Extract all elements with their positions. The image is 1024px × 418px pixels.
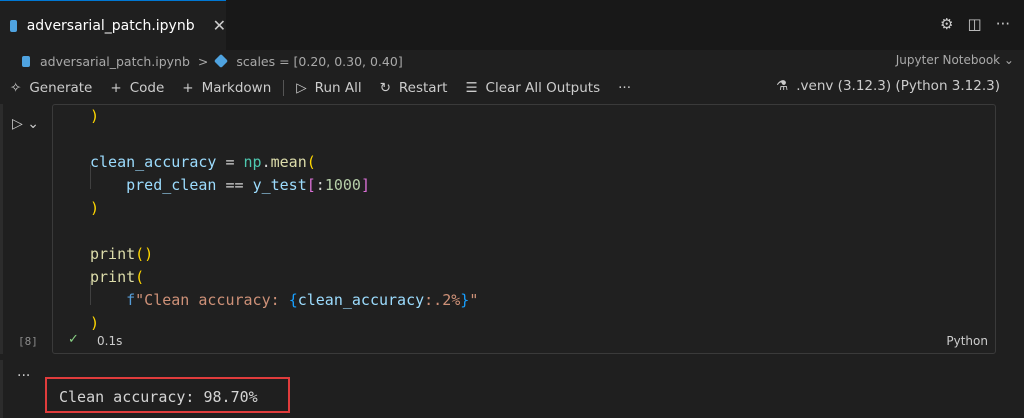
code-token: ( (306, 153, 316, 171)
code-token: np (243, 153, 262, 171)
execution-count: [8] (18, 335, 38, 348)
kernel-flask-icon: ⚗ (776, 78, 789, 94)
restart-button[interactable]: ↻ Restart (380, 80, 448, 96)
code-line-7: print() (90, 245, 153, 263)
code-line-8: print( (90, 268, 144, 286)
tab-adversarial-patch[interactable]: adversarial_patch.ipynb ✕ (0, 0, 226, 50)
output-more-icon[interactable]: ... (17, 364, 30, 380)
code-label: Code (129, 80, 165, 96)
code-editor[interactable]: ) clean_accuracy = np.mean( pred_clean =… (90, 105, 478, 335)
more-actions-icon[interactable]: ··· (996, 15, 1010, 33)
code-cell[interactable]: ) clean_accuracy = np.mean( pred_clean =… (52, 104, 996, 354)
output-focus-bar (0, 360, 3, 418)
code-token: == (216, 176, 253, 194)
code-token: y_test (252, 176, 307, 194)
notebook-file-icon (10, 19, 17, 32)
sparkle-icon: ✧ (10, 80, 22, 96)
close-tab-icon[interactable]: ✕ (213, 16, 226, 35)
execution-duration: 0.1s (97, 334, 123, 348)
output-highlight-box: Clean accuracy: 98.70% (45, 377, 290, 413)
code-token: mean (270, 153, 307, 171)
code-token: . (261, 153, 271, 171)
code-line-4: pred_clean == y_test[:1000] (90, 176, 370, 194)
breadcrumb: adversarial_patch.ipynb > scales = [0.20… (0, 50, 1024, 72)
add-code-button[interactable]: + Code (110, 80, 164, 96)
settings-gear-icon[interactable]: ⚙ (940, 15, 953, 33)
code-token: f (126, 291, 136, 309)
run-all-icon: ▷ (296, 80, 307, 96)
editor-actions: ⚙ ◫ ··· (940, 15, 1010, 33)
code-line-9: f"Clean accuracy: {clean_accuracy:.2%}" (90, 291, 478, 309)
cell-language[interactable]: Python (946, 334, 988, 348)
code-token: ) (90, 199, 100, 217)
code-token: () (135, 245, 154, 263)
notebook-file-icon (22, 55, 30, 67)
code-token: : (315, 176, 325, 194)
restart-label: Restart (398, 80, 448, 96)
notebook-type-selector[interactable]: Jupyter Notebook ⌄ (896, 53, 1014, 67)
code-token: clean_accuracy (90, 153, 217, 171)
add-markdown-button[interactable]: + Markdown (182, 80, 271, 96)
code-token: " (469, 291, 479, 309)
tab-bar: adversarial_patch.ipynb ✕ ⚙ ◫ ··· (0, 0, 1024, 50)
toolbar-more-button[interactable]: ··· (618, 80, 631, 96)
plus-icon: + (110, 80, 122, 96)
code-line-5: ) (90, 199, 99, 217)
cell-output-text: Clean accuracy: 98.70% (59, 388, 258, 406)
kernel-picker[interactable]: ⚗ .venv (3.12.3) (Python 3.12.3) (776, 78, 1000, 94)
clear-outputs-icon: ☰ (465, 80, 478, 96)
clear-all-outputs-button[interactable]: ☰ Clear All Outputs (465, 80, 600, 96)
code-token: clean_accuracy (297, 291, 425, 309)
code-token: pred_clean (126, 176, 217, 194)
run-all-label: Run All (314, 80, 362, 96)
plus-icon: + (182, 80, 194, 96)
success-check-icon: ✓ (68, 332, 79, 347)
code-token: ) (90, 107, 100, 125)
code-token: print (90, 268, 136, 286)
code-line-3: clean_accuracy = np.mean( (90, 153, 316, 171)
code-token: "Clean accuracy: (135, 291, 289, 309)
cell-focus-bar (0, 104, 3, 354)
code-token: print (90, 245, 136, 263)
generate-label: Generate (29, 80, 93, 96)
toolbar-divider (283, 80, 285, 96)
markdown-label: Markdown (201, 80, 272, 96)
generate-button[interactable]: ✧ Generate (10, 80, 92, 96)
code-token: { (288, 291, 298, 309)
run-cell-button[interactable]: ▷ ⌄ (12, 116, 39, 132)
code-line-10: ) (90, 314, 99, 332)
restart-icon: ↻ (379, 80, 391, 96)
breadcrumb-separator: > (197, 53, 209, 69)
code-token: :.2% (424, 291, 461, 309)
split-editor-icon[interactable]: ◫ (968, 15, 982, 33)
code-token: ) (90, 314, 100, 332)
breadcrumb-symbol[interactable]: scales = [0.20, 0.30, 0.40] (236, 54, 402, 69)
breadcrumb-file[interactable]: adversarial_patch.ipynb (40, 54, 190, 69)
clear-outputs-label: Clear All Outputs (485, 80, 601, 96)
code-token: ( (135, 268, 145, 286)
code-token: = (216, 153, 244, 171)
code-token: } (460, 291, 470, 309)
python-symbol-icon (214, 53, 229, 69)
code-token: [ (306, 176, 316, 194)
code-token: 1000 (324, 176, 361, 194)
code-token: ] (360, 176, 370, 194)
code-line-1: ) (90, 107, 99, 125)
tab-label: adversarial_patch.ipynb (26, 17, 195, 34)
run-all-button[interactable]: ▷ Run All (296, 80, 361, 96)
kernel-label: .venv (3.12.3) (Python 3.12.3) (796, 78, 1000, 94)
